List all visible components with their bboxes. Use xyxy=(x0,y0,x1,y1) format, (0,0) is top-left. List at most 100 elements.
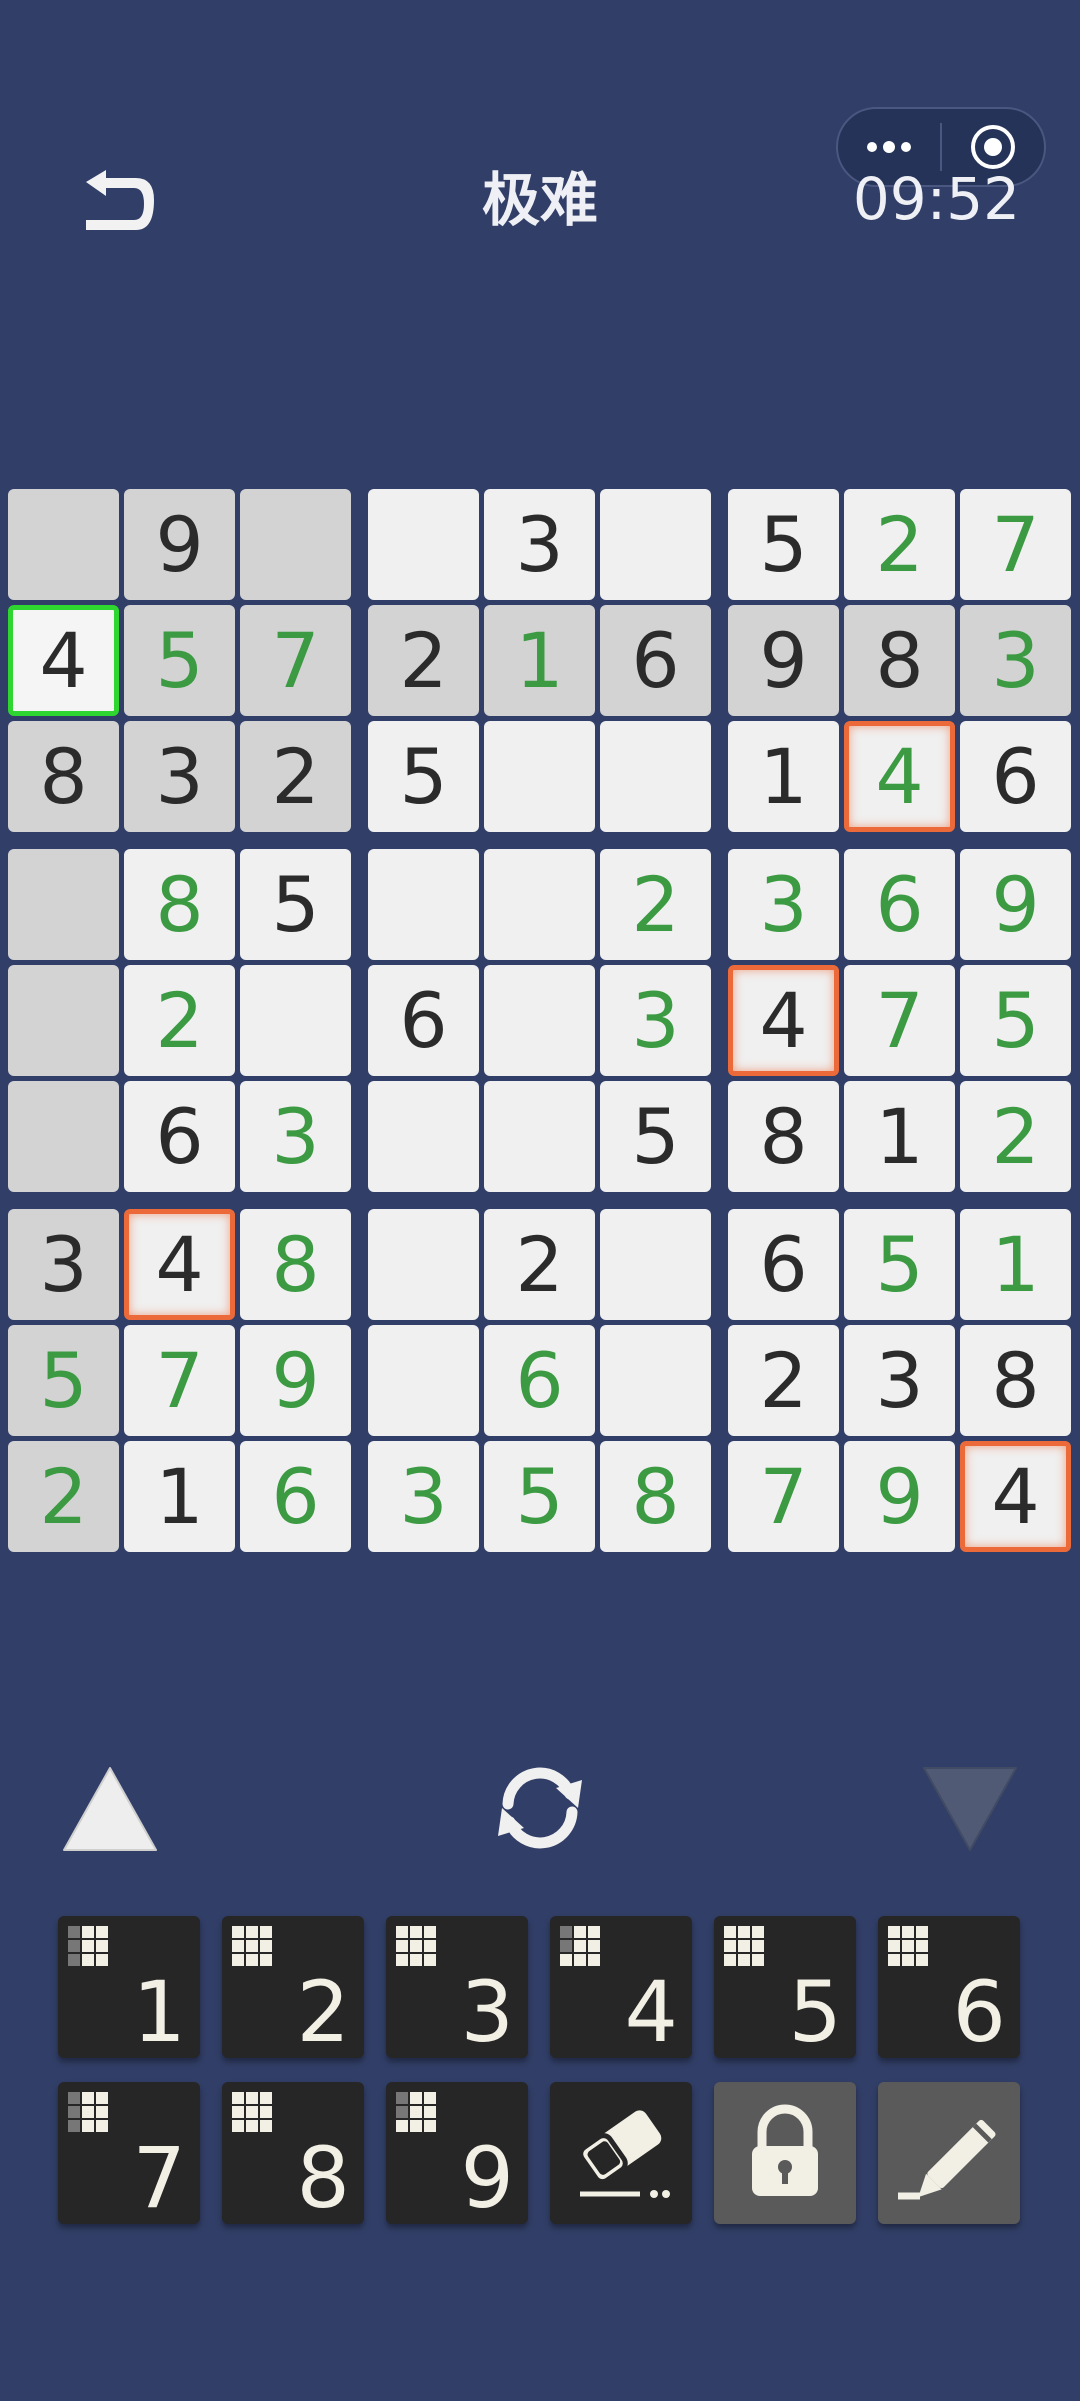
sudoku-cell[interactable]: 2 xyxy=(8,1441,119,1552)
sudoku-cell[interactable]: 9 xyxy=(960,849,1071,960)
pencil-button[interactable] xyxy=(878,2082,1020,2224)
sudoku-cell[interactable]: 3 xyxy=(368,1441,479,1552)
sudoku-cell[interactable]: 5 xyxy=(8,1325,119,1436)
sudoku-cell[interactable]: 8 xyxy=(600,1441,711,1552)
sudoku-cell[interactable] xyxy=(8,849,119,960)
sudoku-cell[interactable]: 3 xyxy=(728,849,839,960)
sudoku-cell[interactable]: 5 xyxy=(368,721,479,832)
next-triangle-button[interactable] xyxy=(920,1764,1020,1854)
sudoku-cell[interactable]: 7 xyxy=(844,965,955,1076)
sudoku-cell[interactable]: 4 xyxy=(844,721,955,832)
sudoku-cell[interactable]: 9 xyxy=(728,605,839,716)
sudoku-cell[interactable]: 3 xyxy=(600,965,711,1076)
sudoku-cell[interactable]: 7 xyxy=(124,1325,235,1436)
sudoku-cell[interactable]: 7 xyxy=(960,489,1071,600)
sudoku-cell[interactable]: 4 xyxy=(960,1441,1071,1552)
sudoku-cell[interactable]: 5 xyxy=(844,1209,955,1320)
number-key-4[interactable]: 4 xyxy=(550,1916,692,2058)
sudoku-cell[interactable]: 6 xyxy=(240,1441,351,1552)
sudoku-cell[interactable]: 5 xyxy=(484,1441,595,1552)
pencil-icon xyxy=(898,2119,996,2200)
number-key-2[interactable]: 2 xyxy=(222,1916,364,2058)
sudoku-cell[interactable] xyxy=(600,1325,711,1436)
sudoku-cell[interactable]: 8 xyxy=(124,849,235,960)
sudoku-cell[interactable] xyxy=(484,965,595,1076)
previous-triangle-button[interactable] xyxy=(60,1764,160,1854)
sudoku-cell[interactable] xyxy=(368,1209,479,1320)
sudoku-cell[interactable] xyxy=(484,849,595,960)
sudoku-cell[interactable]: 1 xyxy=(728,721,839,832)
sudoku-cell[interactable] xyxy=(240,965,351,1076)
sudoku-cell[interactable]: 1 xyxy=(484,605,595,716)
sudoku-cell[interactable]: 6 xyxy=(124,1081,235,1192)
sudoku-cell[interactable]: 9 xyxy=(240,1325,351,1436)
sudoku-cell[interactable]: 2 xyxy=(728,1325,839,1436)
sudoku-cell[interactable]: 1 xyxy=(124,1441,235,1552)
sudoku-cell[interactable] xyxy=(484,721,595,832)
number-key-1[interactable]: 1 xyxy=(58,1916,200,2058)
sudoku-cell[interactable]: 2 xyxy=(240,721,351,832)
sudoku-cell[interactable]: 8 xyxy=(240,1209,351,1320)
sudoku-cell[interactable] xyxy=(368,1325,479,1436)
eraser-icon xyxy=(578,2110,670,2198)
sudoku-cell[interactable] xyxy=(600,721,711,832)
sudoku-cell[interactable]: 3 xyxy=(844,1325,955,1436)
sudoku-cell[interactable]: 5 xyxy=(728,489,839,600)
sudoku-cell[interactable]: 6 xyxy=(484,1325,595,1436)
number-key-label: 5 xyxy=(788,1963,842,2061)
sudoku-cell[interactable]: 5 xyxy=(600,1081,711,1192)
sudoku-cell[interactable]: 2 xyxy=(368,605,479,716)
sudoku-cell[interactable]: 6 xyxy=(368,965,479,1076)
number-key-3[interactable]: 3 xyxy=(386,1916,528,2058)
sudoku-cell[interactable]: 6 xyxy=(960,721,1071,832)
sudoku-cell[interactable]: 7 xyxy=(240,605,351,716)
sudoku-cell[interactable]: 8 xyxy=(960,1325,1071,1436)
sudoku-cell[interactable]: 2 xyxy=(124,965,235,1076)
sudoku-cell[interactable]: 6 xyxy=(600,605,711,716)
sudoku-cell[interactable]: 1 xyxy=(960,1209,1071,1320)
sudoku-cell[interactable]: 5 xyxy=(960,965,1071,1076)
sudoku-cell[interactable] xyxy=(8,1081,119,1192)
sudoku-cell[interactable] xyxy=(600,489,711,600)
sudoku-cell[interactable] xyxy=(8,489,119,600)
number-key-9[interactable]: 9 xyxy=(386,2082,528,2224)
sudoku-cell[interactable]: 7 xyxy=(728,1441,839,1552)
sudoku-cell[interactable]: 3 xyxy=(124,721,235,832)
sudoku-cell[interactable]: 6 xyxy=(844,849,955,960)
refresh-button[interactable] xyxy=(486,1758,594,1858)
sudoku-cell[interactable]: 4 xyxy=(8,605,119,716)
sudoku-cell[interactable]: 3 xyxy=(240,1081,351,1192)
sudoku-cell[interactable]: 8 xyxy=(844,605,955,716)
sudoku-cell[interactable] xyxy=(368,849,479,960)
sudoku-cell[interactable]: 9 xyxy=(844,1441,955,1552)
lock-button[interactable] xyxy=(714,2082,856,2224)
sudoku-cell[interactable]: 4 xyxy=(728,965,839,1076)
sudoku-cell[interactable]: 3 xyxy=(960,605,1071,716)
sudoku-cell[interactable]: 3 xyxy=(8,1209,119,1320)
number-key-5[interactable]: 5 xyxy=(714,1916,856,2058)
sudoku-cell[interactable]: 5 xyxy=(240,849,351,960)
sudoku-cell[interactable]: 2 xyxy=(844,489,955,600)
sudoku-cell[interactable]: 4 xyxy=(124,1209,235,1320)
sudoku-cell[interactable] xyxy=(600,1209,711,1320)
sudoku-cell[interactable]: 2 xyxy=(484,1209,595,1320)
sudoku-cell[interactable]: 2 xyxy=(600,849,711,960)
eraser-button[interactable] xyxy=(550,2082,692,2224)
number-key-6[interactable]: 6 xyxy=(878,1916,1020,2058)
sudoku-cell[interactable] xyxy=(240,489,351,600)
sudoku-cell[interactable]: 9 xyxy=(124,489,235,600)
sudoku-cell[interactable]: 3 xyxy=(484,489,595,600)
sudoku-cell[interactable]: 8 xyxy=(8,721,119,832)
number-key-7[interactable]: 7 xyxy=(58,2082,200,2224)
sudoku-cell[interactable]: 2 xyxy=(960,1081,1071,1192)
sudoku-cell[interactable] xyxy=(368,1081,479,1192)
number-key-8[interactable]: 8 xyxy=(222,2082,364,2224)
sudoku-cell[interactable]: 6 xyxy=(728,1209,839,1320)
sudoku-cell[interactable] xyxy=(368,489,479,600)
number-key-label: 1 xyxy=(132,1963,186,2061)
sudoku-cell[interactable] xyxy=(8,965,119,1076)
sudoku-cell[interactable]: 8 xyxy=(728,1081,839,1192)
sudoku-cell[interactable]: 5 xyxy=(124,605,235,716)
sudoku-cell[interactable] xyxy=(484,1081,595,1192)
sudoku-cell[interactable]: 1 xyxy=(844,1081,955,1192)
